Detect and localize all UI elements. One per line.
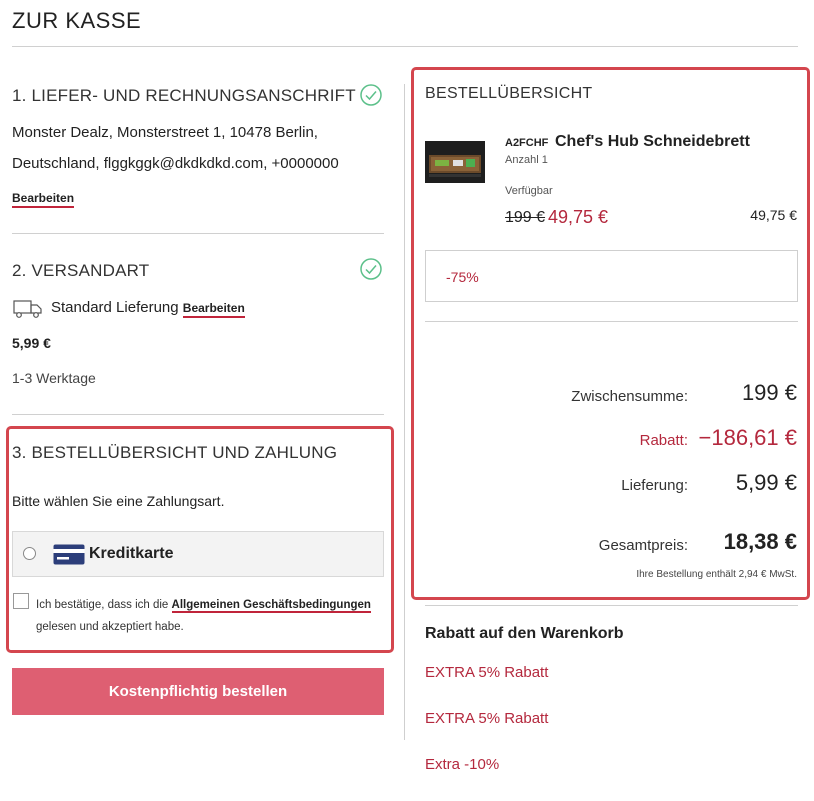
product-new-price: 49,75 € (548, 207, 609, 227)
shipping-section-title: 2. VERSANDART (12, 261, 150, 280)
promo-item[interactable]: EXTRA 5% Rabatt (425, 710, 548, 727)
agb-text: Ich bestätige, dass ich die Allgemeinen … (36, 594, 386, 638)
product-thumbnail (425, 141, 485, 183)
credit-card-icon (53, 544, 85, 565)
delivery-label: Lieferung: (621, 477, 688, 494)
promo-item[interactable]: Extra -10% (425, 756, 499, 773)
section-divider (12, 414, 384, 415)
title-divider (12, 46, 798, 47)
truck-icon (13, 300, 42, 318)
discount-badge: -75% (446, 269, 479, 285)
agb-checkbox[interactable] (13, 593, 29, 609)
total-label: Gesamtpreis: (598, 537, 688, 554)
product-availability: Verfügbar (505, 185, 553, 197)
discount-value: −186,61 € (698, 425, 797, 450)
payment-option-label: Kreditkarte (89, 545, 174, 562)
shipping-edit-link[interactable]: Bearbeiten (182, 301, 245, 318)
payment-section-title: 3. BESTELLÜBERSICHT UND ZAHLUNG (12, 443, 338, 462)
address-line-1: Monster Dealz, Monsterstreet 1, 10478 Be… (12, 124, 318, 141)
cart-discount-divider (425, 605, 798, 606)
delivery-value: 5,99 € (735, 470, 797, 495)
payment-radio[interactable] (23, 547, 36, 560)
tax-note: Ihre Bestellung enthält 2,94 € MwSt. (636, 569, 797, 580)
check-circle-icon (360, 258, 382, 280)
agb-link[interactable]: Allgemeinen Geschäftsbedingungen (171, 599, 371, 613)
address-edit-link[interactable]: Bearbeiten (12, 191, 75, 208)
page-title: ZUR KASSE (12, 8, 142, 33)
discount-box: -75% (425, 250, 798, 302)
summary-title: BESTELLÜBERSICHT (425, 85, 593, 102)
subtotal-value: 199 € (741, 380, 797, 405)
cart-discount-title: Rabatt auf den Warenkorb (425, 625, 624, 642)
shipping-duration: 1-3 Werktage (12, 370, 96, 386)
payment-option-creditcard[interactable]: Kreditkarte (12, 531, 384, 577)
agb-prefix: Ich bestätige, dass ich die (36, 599, 169, 611)
shipping-method-row: Standard Lieferung Bearbeiten (51, 299, 245, 318)
shipping-price: 5,99 € (12, 335, 51, 351)
product-old-price: 199 € (505, 209, 546, 226)
section-divider (12, 233, 384, 234)
check-circle-icon (360, 84, 382, 106)
place-order-button[interactable]: Kostenpflichtig bestellen (12, 668, 384, 715)
total-value: 18,38 € (723, 529, 797, 554)
address-edit-wrapper: Bearbeiten (12, 189, 75, 208)
summary-divider (425, 321, 798, 322)
address-section-title: 1. LIEFER- UND RECHNUNGSANSCHRIFT (12, 86, 356, 105)
address-line-2: Deutschland, flggkggk@dkdkdkd.com, +0000… (12, 155, 339, 172)
promo-item[interactable]: EXTRA 5% Rabatt (425, 664, 548, 681)
subtotal-label: Zwischensumme: (571, 388, 688, 405)
discount-label: Rabatt: (639, 432, 688, 449)
product-quantity: Anzahl 1 (505, 154, 548, 166)
payment-prompt: Bitte wählen Sie eine Zahlungsart. (12, 493, 225, 509)
product-code: A2FCHF (505, 137, 549, 149)
shipping-method-label: Standard Lieferung (51, 299, 179, 316)
product-name[interactable]: Chef's Hub Schneidebrett (555, 133, 750, 151)
agb-suffix: gelesen und akzeptiert habe. (36, 621, 184, 633)
column-divider (404, 84, 405, 740)
product-line-total: 49,75 € (750, 207, 797, 223)
